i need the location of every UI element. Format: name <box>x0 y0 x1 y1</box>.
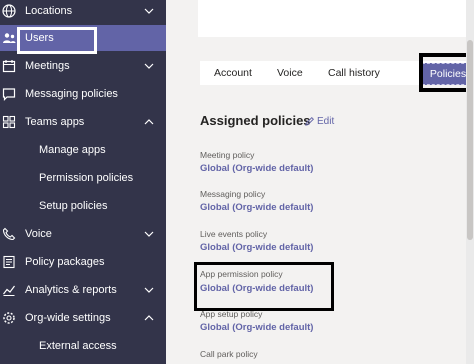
app-setup-policy-value[interactable]: Global (Org-wide default) <box>200 322 313 333</box>
sidebar-item-meetings[interactable]: Meetings <box>0 53 166 79</box>
content-scrollbar[interactable] <box>466 0 474 364</box>
sidebar-item-label: Meetings <box>25 60 70 72</box>
sidebar-item-label: Locations <box>25 5 73 17</box>
sidebar-item-label: Manage apps <box>39 144 106 156</box>
meeting-policy-label: Meeting policy <box>200 150 255 160</box>
assigned-policies-heading: Assigned policies <box>200 113 311 128</box>
sidebar-item-label: Teams apps <box>25 116 85 128</box>
tab-account[interactable]: Account <box>214 61 252 85</box>
sidebar-item-analytics-reports[interactable]: Analytics & reports <box>0 277 166 303</box>
sidebar-item-manage-apps[interactable]: Manage apps <box>0 137 166 163</box>
chevron-down-icon[interactable] <box>143 5 155 17</box>
gear-icon <box>1 310 17 326</box>
edit-label: Edit <box>317 116 335 127</box>
package-icon <box>1 254 17 270</box>
sidebar-item-label: Policy packages <box>25 256 105 268</box>
scrollbar-thumb[interactable] <box>467 40 473 240</box>
tab-call-history[interactable]: Call history <box>328 61 380 85</box>
sidebar-item-label: Messaging policies <box>25 88 118 100</box>
users-highlight-box <box>17 27 97 54</box>
messaging-policy-value[interactable]: Global (Org-wide default) <box>200 202 313 213</box>
call-park-policy-label: Call park policy <box>200 349 258 359</box>
sidebar-item-voice[interactable]: Voice <box>0 221 166 247</box>
tab-bar: Account Voice Call history Policies <box>200 53 474 92</box>
sidebar-item-org-wide-settings[interactable]: Org-wide settings <box>0 305 166 331</box>
chevron-down-icon[interactable] <box>143 228 155 240</box>
sidebar-item-locations[interactable]: Locations <box>0 0 166 24</box>
phone-icon <box>1 226 17 242</box>
sidebar-item-messaging-policies[interactable]: Messaging policies <box>0 81 166 107</box>
chevron-down-icon[interactable] <box>143 60 155 72</box>
sidebar-item-label: External access <box>39 340 117 352</box>
live-events-policy-value[interactable]: Global (Org-wide default) <box>200 242 313 253</box>
sidebar-item-label: Permission policies <box>39 172 134 184</box>
main-content: Account Voice Call history Policies Assi… <box>166 0 474 364</box>
sidebar-item-external-access[interactable]: External access <box>0 333 166 359</box>
app-permission-highlight-box <box>194 262 334 311</box>
sidebar-item-teams-apps[interactable]: Teams apps <box>0 109 166 135</box>
sidebar-item-label: Analytics & reports <box>25 284 117 296</box>
globe-icon <box>1 3 17 19</box>
live-events-policy-label: Live events policy <box>200 229 268 239</box>
chart-icon <box>1 282 17 298</box>
chat-icon <box>1 86 17 102</box>
sidebar-item-label: Voice <box>25 228 52 240</box>
pencil-icon <box>305 117 314 126</box>
left-nav-sidebar: Locations Users Meetings Messaging polic… <box>0 0 166 364</box>
app-setup-policy-label: App setup policy <box>200 309 263 319</box>
chevron-up-icon[interactable] <box>143 312 155 324</box>
users-icon <box>1 30 17 46</box>
sidebar-item-permission-policies[interactable]: Permission policies <box>0 165 166 191</box>
chevron-down-icon[interactable] <box>143 284 155 296</box>
meeting-policy-value[interactable]: Global (Org-wide default) <box>200 163 313 174</box>
sidebar-item-policy-packages[interactable]: Policy packages <box>0 249 166 275</box>
apps-icon <box>1 114 17 130</box>
tab-voice[interactable]: Voice <box>277 61 303 85</box>
sidebar-item-label: Setup policies <box>39 200 108 212</box>
user-summary-card <box>198 0 474 37</box>
chevron-up-icon[interactable] <box>143 116 155 128</box>
edit-policies-button[interactable]: Edit <box>304 116 334 127</box>
sidebar-item-label: Org-wide settings <box>25 312 111 324</box>
calendar-icon <box>1 58 17 74</box>
messaging-policy-label: Messaging policy <box>200 189 266 199</box>
sidebar-item-setup-policies[interactable]: Setup policies <box>0 193 166 219</box>
